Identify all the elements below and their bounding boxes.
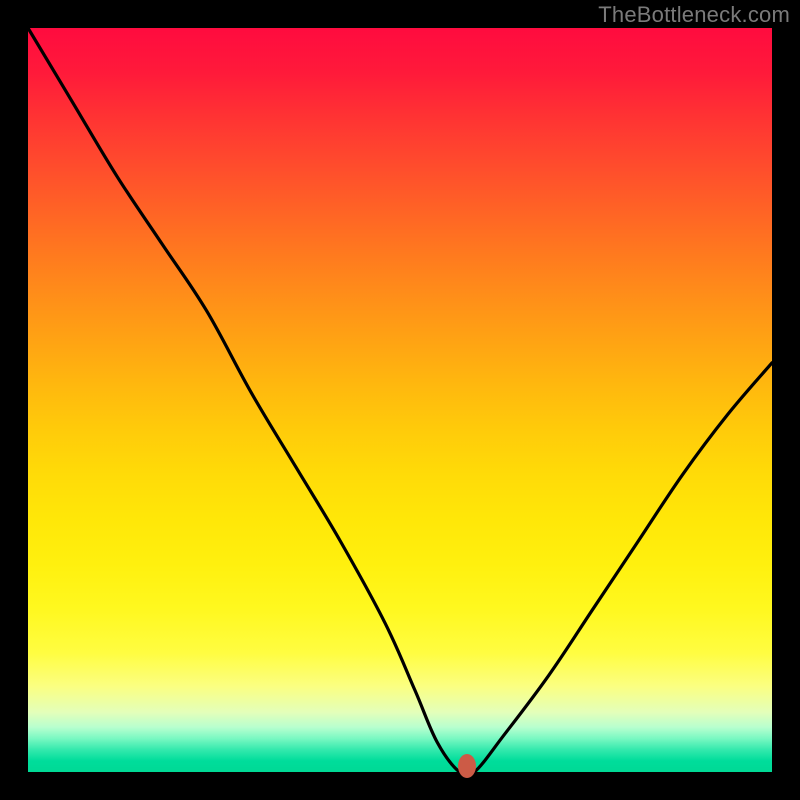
optimal-marker (458, 754, 476, 778)
watermark-text: TheBottleneck.com (598, 2, 790, 28)
chart-frame: TheBottleneck.com (0, 0, 800, 800)
bottleneck-curve-path (28, 28, 772, 777)
curve-svg (0, 0, 800, 800)
